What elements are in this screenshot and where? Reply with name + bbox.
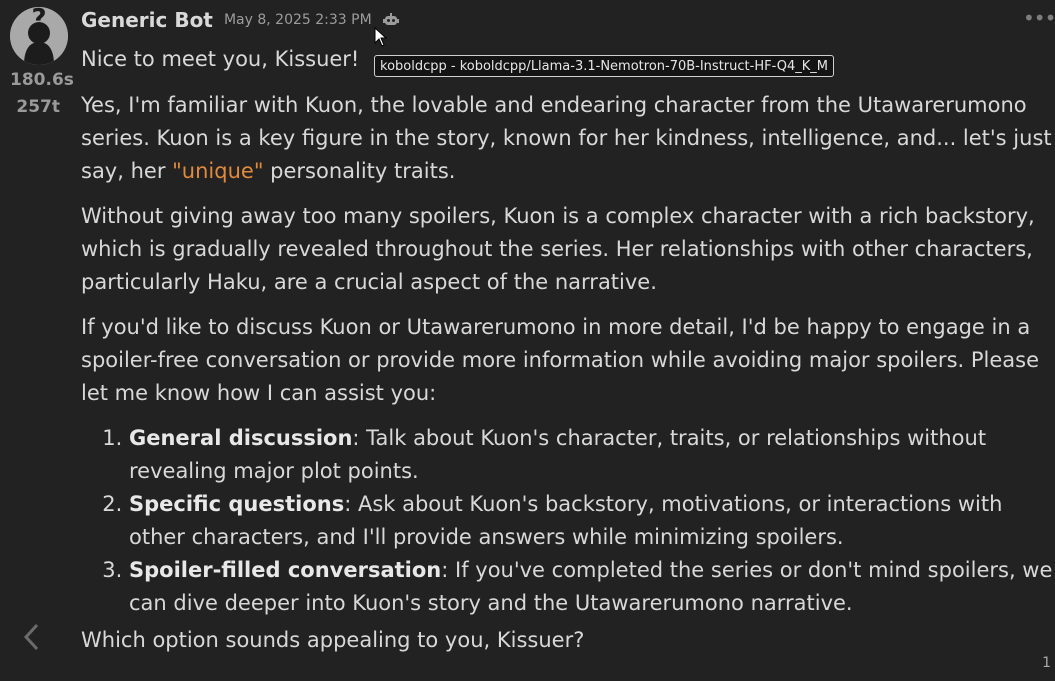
message-timestamp: May 8, 2025 2:33 PM: [223, 12, 372, 28]
ellipsis-icon[interactable]: •••: [1023, 8, 1055, 30]
list-item: Specific questions: Ask about Kuon's bac…: [129, 488, 1053, 554]
generation-time: 180.6s: [10, 70, 74, 90]
avatar[interactable]: ?: [10, 7, 68, 65]
paragraph-3: If you'd like to discuss Kuon or Utaware…: [81, 315, 1040, 405]
character-name: Generic Bot: [81, 8, 213, 32]
message-sidebar: ? 180.6s 257t: [0, 0, 80, 681]
quoted-text: "unique": [172, 159, 264, 183]
svg-text:?: ?: [31, 7, 46, 34]
token-count: 257t: [16, 97, 60, 117]
question-mark-silhouette-icon: ?: [10, 7, 68, 65]
swipe-left-button[interactable]: [22, 622, 46, 654]
options-list: General discussion: Talk about Kuon's ch…: [81, 422, 1053, 620]
message-header: Generic Bot May 8, 2025 2:33 PM: [81, 8, 399, 36]
chevron-left-icon: [23, 623, 39, 651]
paragraph-1: Yes, I'm familiar with Kuon, the lovable…: [81, 93, 1052, 183]
closing-text: Which option sounds appealing to you, Ki…: [81, 628, 585, 652]
robot-icon[interactable]: [382, 12, 399, 28]
list-item: General discussion: Talk about Kuon's ch…: [129, 422, 1053, 488]
swipe-counter: 1: [1042, 655, 1051, 671]
paragraph-2: Without giving away too many spoilers, K…: [81, 204, 1035, 294]
greeting-text: Nice to meet you, Kissuer!: [81, 47, 360, 71]
list-item: Spoiler-filled conversation: If you've c…: [129, 554, 1053, 620]
message-body: Nice to meet you, Kissuer! Yes, I'm fami…: [81, 43, 1053, 657]
